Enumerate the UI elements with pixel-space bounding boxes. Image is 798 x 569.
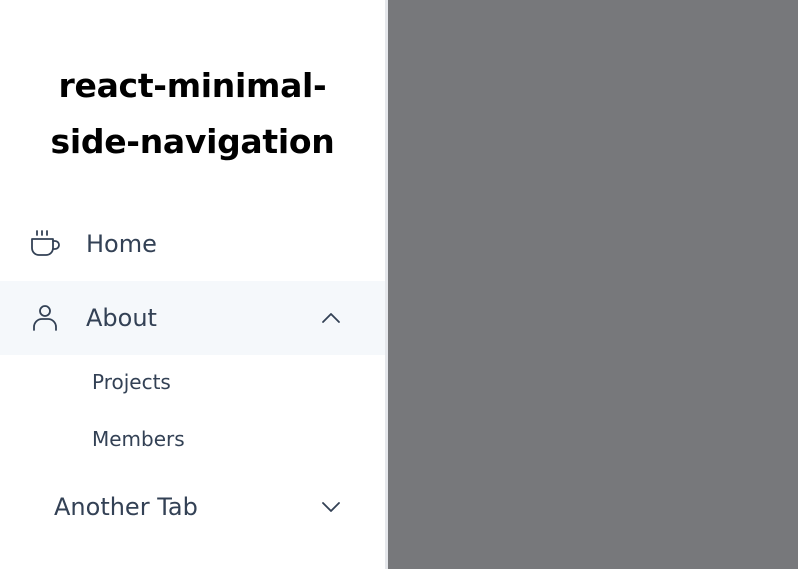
sidebar-subitem-members[interactable]: Members	[92, 427, 185, 451]
sidebar-title-line-1: react-minimal-	[58, 66, 327, 105]
sidebar: react-minimal- side-navigation Home Abou…	[0, 0, 388, 569]
chevron-down-icon[interactable]	[318, 494, 344, 520]
app-root: react-minimal- side-navigation Home Abou…	[0, 0, 798, 569]
sidebar-item-label: Another Tab	[54, 493, 198, 521]
sidebar-subitem-projects[interactable]: Projects	[92, 370, 171, 394]
chevron-up-icon[interactable]	[318, 305, 344, 331]
sidebar-title: react-minimal- side-navigation	[0, 58, 385, 170]
sidebar-item-another-tab[interactable]: Another Tab	[0, 470, 385, 544]
sidebar-item-label: Home	[86, 230, 157, 258]
sidebar-title-line-2: side-navigation	[50, 122, 335, 161]
sidebar-item-about[interactable]: About	[0, 281, 385, 355]
modal-overlay[interactable]	[388, 0, 798, 569]
sidebar-item-home[interactable]: Home	[0, 207, 385, 281]
coffee-cup-icon	[28, 227, 62, 261]
user-icon	[28, 301, 62, 335]
sidebar-item-label: About	[86, 304, 157, 332]
